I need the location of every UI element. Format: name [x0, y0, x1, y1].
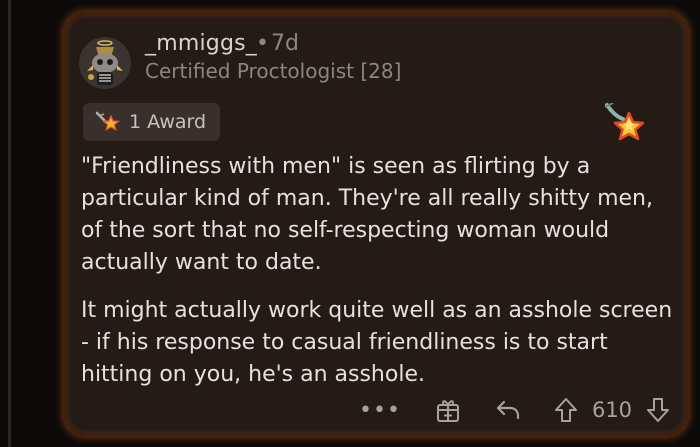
award-count-label: 1 Award [129, 111, 207, 133]
comment-actions-bar: ••• 610 [67, 393, 691, 427]
more-options-button[interactable]: ••• [359, 393, 400, 427]
username-link[interactable]: _mmiggs_ [145, 31, 257, 56]
award-star-icon [94, 110, 120, 134]
timestamp[interactable]: 7d [271, 31, 299, 56]
user-avatar[interactable] [79, 37, 131, 89]
upvote-button[interactable] [549, 393, 583, 427]
upvote-arrow-icon [555, 398, 577, 422]
reply-arrow-icon [496, 400, 520, 420]
give-award-button[interactable] [431, 393, 465, 427]
downvote-button[interactable] [641, 393, 675, 427]
gold-star-award-icon[interactable] [603, 103, 649, 147]
snoo-avatar-icon [79, 37, 131, 89]
comment-thread: _mmiggs_ • 7d Certified Proctologist [28… [0, 0, 700, 447]
thread-line[interactable] [8, 0, 11, 447]
gift-icon [437, 400, 459, 422]
downvote-arrow-icon [647, 398, 669, 422]
comment-card: _mmiggs_ • 7d Certified Proctologist [28… [64, 12, 688, 436]
comment-body: "Friendliness with men" is seen as flirt… [81, 151, 677, 407]
user-flair: Certified Proctologist [28] [145, 59, 402, 83]
vote-score: 610 [591, 398, 633, 422]
meta-separator: • [256, 31, 269, 56]
reply-button[interactable] [491, 393, 525, 427]
award-chip[interactable]: 1 Award [83, 103, 220, 141]
comment-paragraph: "Friendliness with men" is seen as flirt… [81, 154, 653, 275]
comment-paragraph: It might actually work quite well as an … [81, 298, 673, 387]
